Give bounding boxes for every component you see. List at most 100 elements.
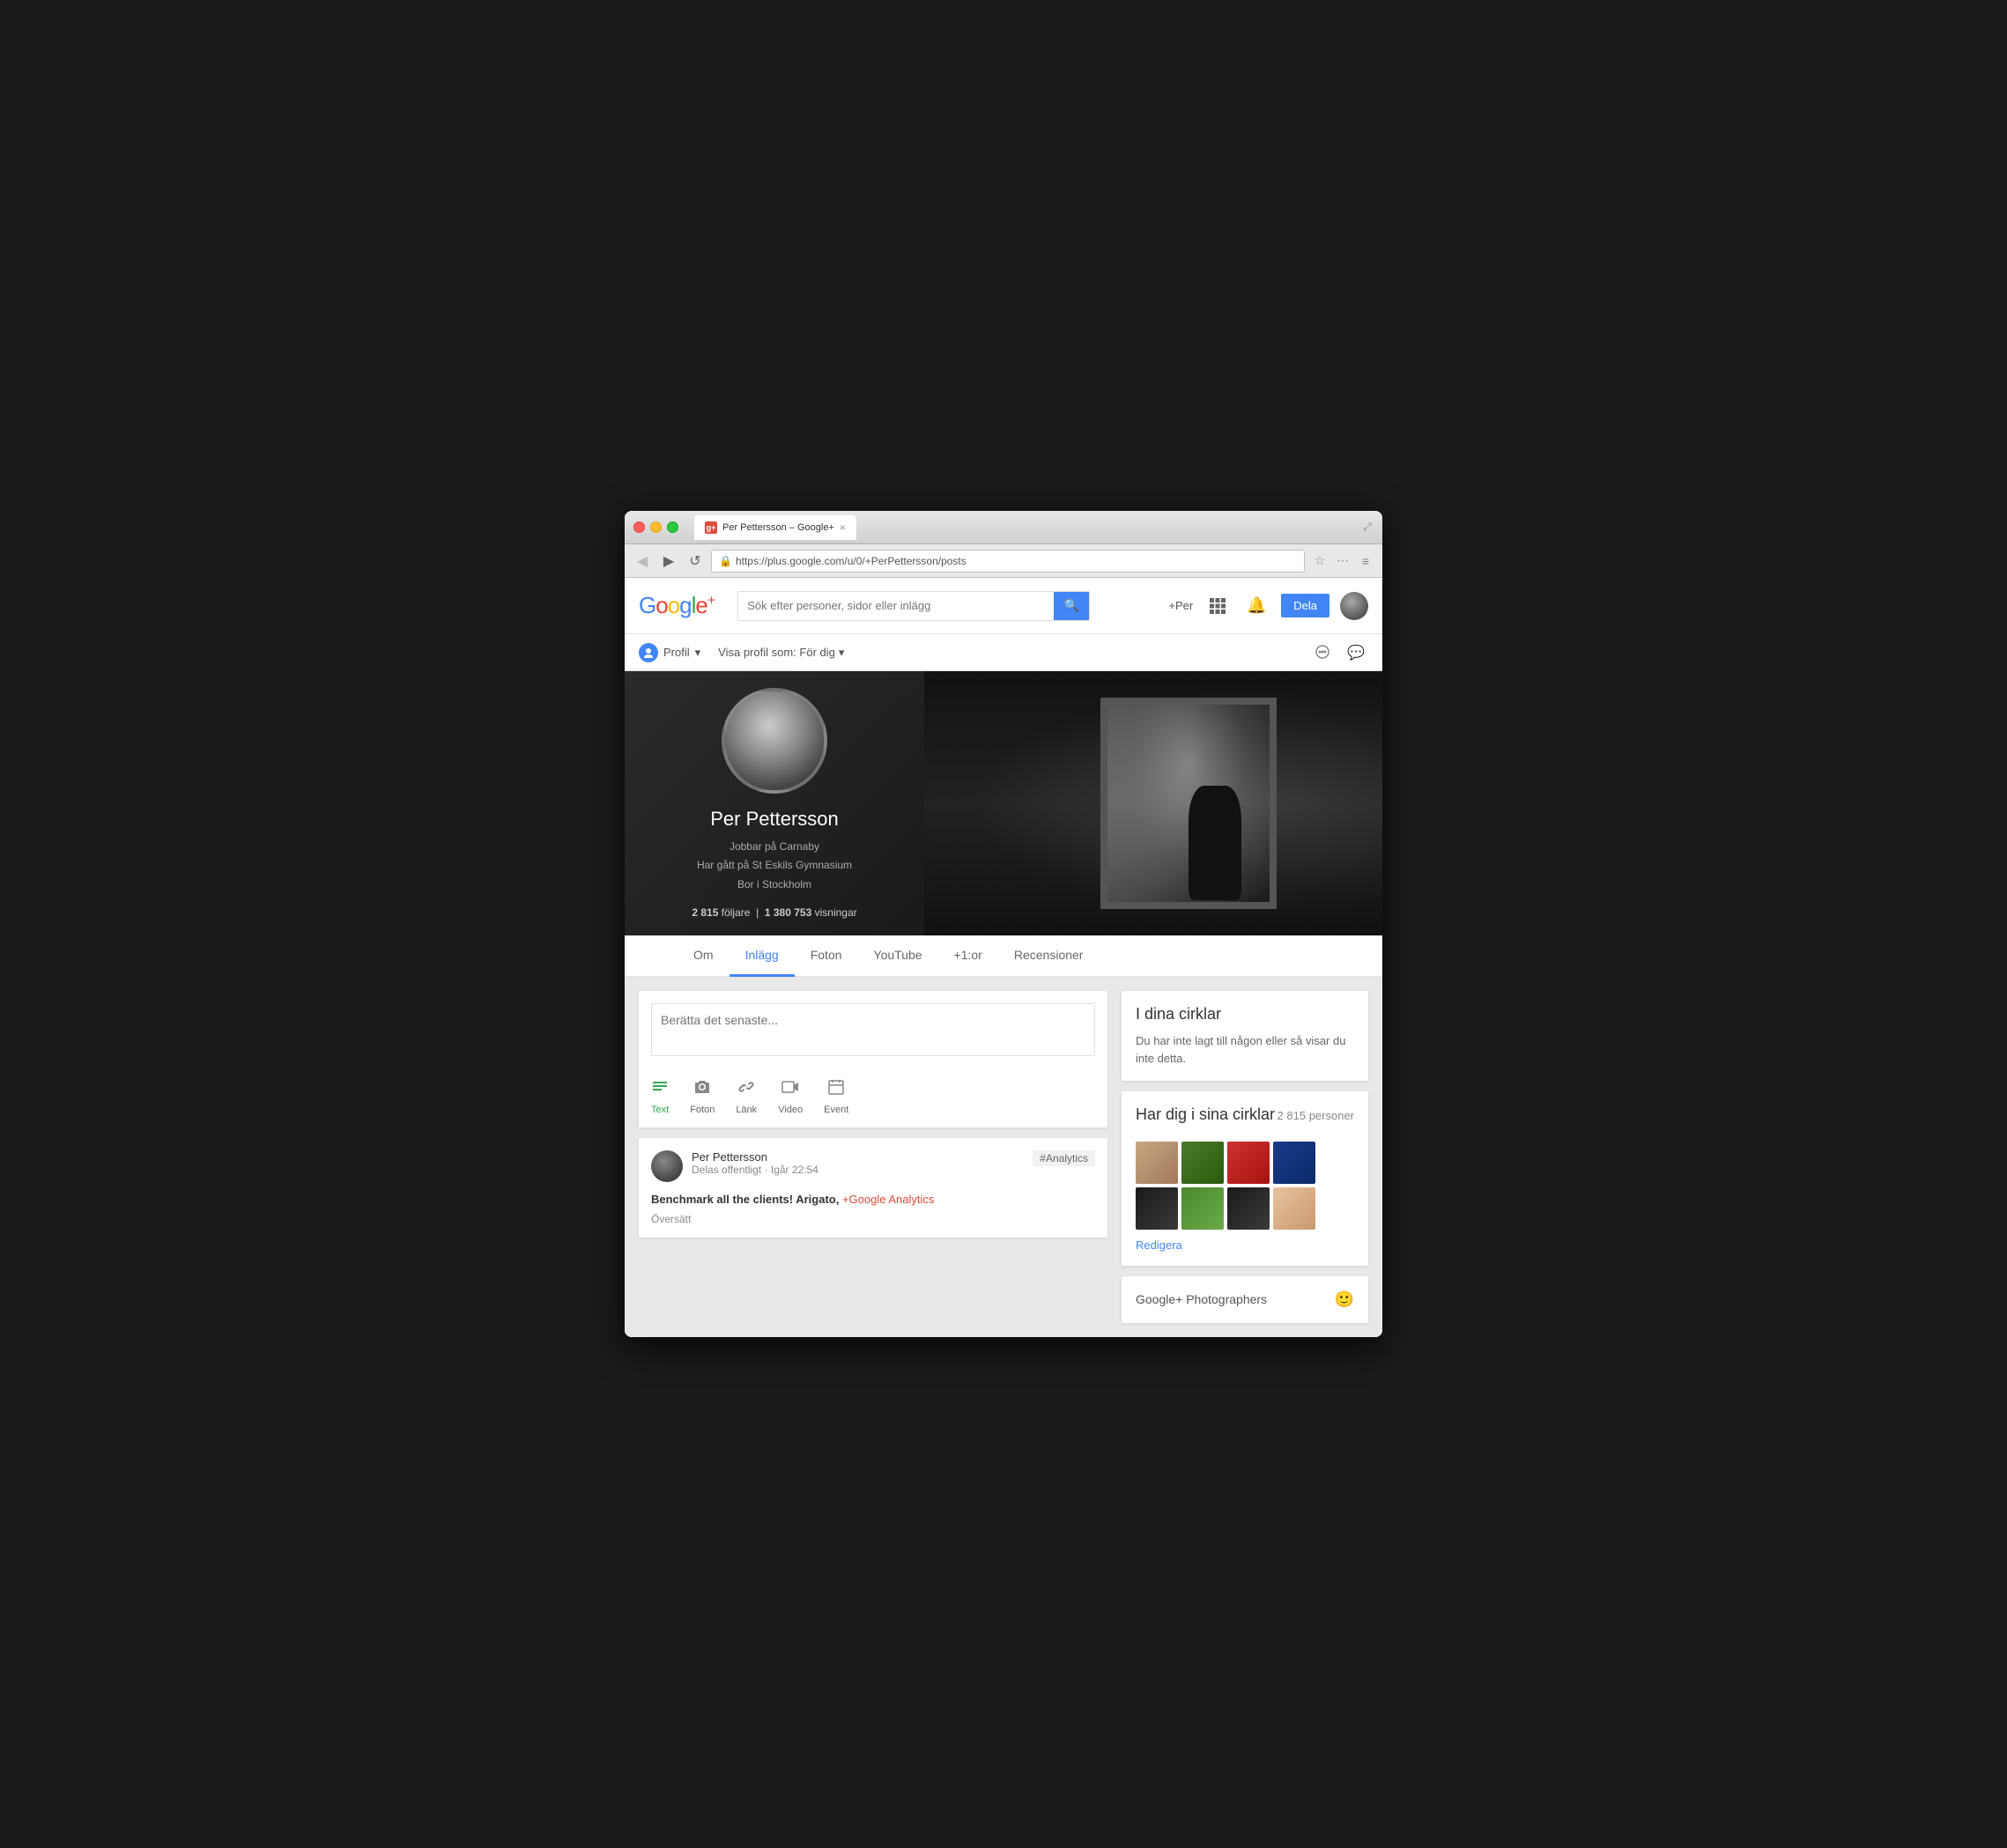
compose-photos-button[interactable]: Foton	[690, 1078, 715, 1115]
post-time: Delas offentligt · Igår 22:54	[692, 1164, 1033, 1176]
header-actions: +Per 🔔 Dela	[1168, 592, 1368, 620]
active-tab[interactable]: g+ Per Pettersson – Google+ ×	[694, 515, 856, 540]
view-as-selector[interactable]: Visa profil som: För dig ▾	[718, 646, 844, 660]
compose-event-button[interactable]: Event	[824, 1078, 848, 1115]
has-you-count: 2 815 personer	[1278, 1109, 1354, 1122]
gplus-logo: Google+	[639, 592, 715, 619]
cover-left: Per Pettersson Jobbar på Carnaby Har gåt…	[625, 671, 924, 935]
tab-favicon: g+	[705, 521, 717, 534]
circle-avatar-5[interactable]	[1136, 1187, 1178, 1230]
views-count: 1 380 753	[765, 906, 811, 919]
menu-icon[interactable]: ≡	[1356, 551, 1375, 571]
post-hashtag[interactable]: #Analytics	[1033, 1150, 1095, 1166]
followers-label: följare	[722, 906, 751, 919]
extensions-icon[interactable]: ⋯	[1333, 551, 1352, 571]
circle-avatar-4[interactable]	[1273, 1142, 1315, 1184]
profile-label[interactable]: Profil ▾	[639, 643, 700, 662]
circle-avatar-6[interactable]	[1181, 1187, 1224, 1230]
notifications-icon[interactable]: 🔔	[1242, 592, 1270, 620]
circle-avatar-3[interactable]	[1227, 1142, 1270, 1184]
post-composer: Text Foton Länk	[639, 991, 1107, 1127]
address-actions: ☆ ⋯ ≡	[1310, 551, 1375, 571]
back-button[interactable]: ◀	[632, 551, 653, 572]
address-input[interactable]: 🔒 https://plus.google.com/u/0/+PerPetter…	[711, 550, 1305, 573]
tab-inlagg[interactable]: Inlägg	[729, 935, 795, 977]
photographers-card: Google+ Photographers 🙂	[1122, 1276, 1368, 1323]
circle-avatar-7[interactable]	[1227, 1187, 1270, 1230]
profile-tabs: Om Inlägg Foton YouTube +1:or Recensione…	[625, 935, 1382, 977]
circle-avatar-1[interactable]	[1136, 1142, 1178, 1184]
photos-label: Foton	[690, 1105, 715, 1115]
search-icon: 🔍	[1064, 598, 1079, 613]
tab-plus1or[interactable]: +1:or	[938, 935, 998, 977]
post-card: Per Pettersson Delas offentligt · Igår 2…	[639, 1138, 1107, 1238]
lock-icon: 🔒	[719, 555, 732, 567]
reload-button[interactable]: ↺	[685, 551, 706, 572]
bookmark-icon[interactable]: ☆	[1310, 551, 1329, 571]
post-header: Per Pettersson Delas offentligt · Igår 2…	[651, 1150, 1033, 1182]
tab-youtube[interactable]: YouTube	[858, 935, 938, 977]
forward-button[interactable]: ▶	[658, 551, 679, 572]
post-separator: ·	[765, 1164, 771, 1176]
circle-avatar-8[interactable]	[1273, 1187, 1315, 1230]
close-button[interactable]	[633, 521, 645, 533]
main-layout: Text Foton Länk	[625, 977, 1382, 1337]
profile-nav-right: 💬	[1310, 640, 1368, 665]
browser-window: g+ Per Pettersson – Google+ × ⤢ ◀ ▶ ↺ 🔒 …	[625, 511, 1382, 1337]
share-button[interactable]: Dela	[1281, 594, 1329, 617]
tab-om[interactable]: Om	[678, 935, 729, 977]
profile-label-text: Profil	[663, 646, 690, 659]
post-mention[interactable]: +Google Analytics	[842, 1193, 934, 1206]
compose-link-button[interactable]: Länk	[736, 1078, 757, 1115]
event-label: Event	[824, 1105, 848, 1115]
cover-school: Har gått på St Eskils Gymnasium	[697, 856, 852, 876]
tab-close-button[interactable]: ×	[840, 521, 846, 534]
in-your-circles-text: Du har inte lagt till någon eller så vis…	[1136, 1032, 1354, 1067]
title-bar: g+ Per Pettersson – Google+ × ⤢	[625, 511, 1382, 544]
in-your-circles-title: I dina cirklar	[1136, 1005, 1354, 1024]
tab-recensioner[interactable]: Recensioner	[998, 935, 1100, 977]
photographers-header: Google+ Photographers 🙂	[1136, 1290, 1354, 1309]
user-avatar[interactable]	[1340, 592, 1368, 620]
cover-area: Per Pettersson Jobbar på Carnaby Har gåt…	[625, 671, 1382, 935]
url-text: https://plus.google.com/u/0/+PerPetterss…	[736, 555, 966, 567]
circle-avatar-2[interactable]	[1181, 1142, 1224, 1184]
post-meta: Per Pettersson Delas offentligt · Igår 2…	[692, 1150, 1033, 1176]
view-as-text: Visa profil som: För dig	[718, 646, 835, 659]
search-input[interactable]	[738, 599, 1054, 612]
in-your-circles-card: I dina cirklar Du har inte lagt till någ…	[1122, 991, 1368, 1081]
hangouts-icon[interactable]	[1310, 640, 1335, 665]
tab-bar: g+ Per Pettersson – Google+ ×	[694, 515, 1354, 540]
tab-title: Per Pettersson – Google+	[722, 522, 834, 533]
apps-icon[interactable]	[1203, 592, 1232, 620]
post-content: Benchmark all the clients! Arigato, +Goo…	[651, 1191, 1095, 1209]
profile-nav: Profil ▾ Visa profil som: För dig ▾ 💬	[625, 634, 1382, 671]
chat-icon[interactable]: 💬	[1344, 640, 1368, 665]
smiley-icon[interactable]: 🙂	[1335, 1290, 1354, 1309]
post-visibility: Delas offentligt	[692, 1164, 761, 1176]
post-author-name[interactable]: Per Pettersson	[692, 1150, 1033, 1164]
has-you-card: Har dig i sina cirklar 2 815 personer Re…	[1122, 1091, 1368, 1266]
window-controls: ⤢	[1361, 521, 1374, 534]
tab-foton[interactable]: Foton	[795, 935, 858, 977]
post-author-avatar	[651, 1150, 683, 1182]
profile-icon	[639, 643, 658, 662]
edit-circles-link[interactable]: Redigera	[1136, 1238, 1354, 1252]
plus-per-link[interactable]: +Per	[1168, 599, 1193, 612]
search-button[interactable]: 🔍	[1054, 591, 1089, 621]
text-icon	[651, 1078, 669, 1101]
view-as-arrow: ▾	[839, 646, 845, 660]
post-translate-link[interactable]: Översätt	[651, 1213, 1095, 1225]
fullscreen-icon[interactable]: ⤢	[1361, 521, 1374, 534]
person-silhouette	[1189, 786, 1241, 900]
followers-count: 2 815	[692, 906, 718, 919]
maximize-button[interactable]	[667, 521, 678, 533]
minimize-button[interactable]	[650, 521, 662, 533]
has-you-header: Har dig i sina cirklar 2 815 personer	[1136, 1105, 1354, 1133]
post-header-row: Per Pettersson Delas offentligt · Igår 2…	[651, 1150, 1095, 1191]
composer-textarea[interactable]	[651, 1003, 1095, 1056]
views-label: visningar	[815, 906, 857, 919]
compose-video-button[interactable]: Video	[778, 1078, 803, 1115]
text-label: Text	[651, 1105, 669, 1115]
compose-text-button[interactable]: Text	[651, 1078, 669, 1115]
